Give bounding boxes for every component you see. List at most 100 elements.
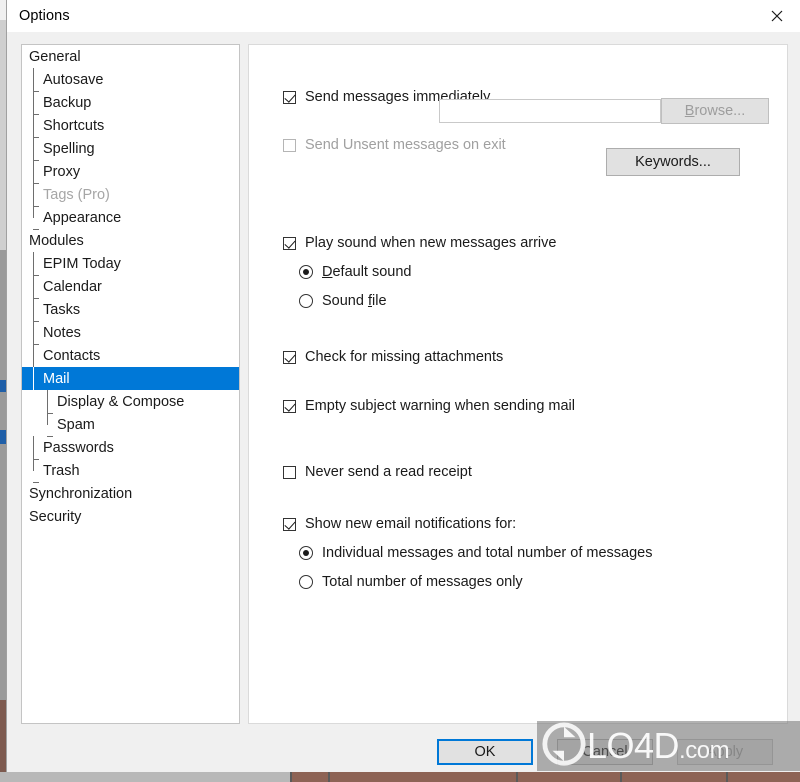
dialog-body: General Autosave Backup Shortcuts Spelling Pr… [7,32,800,736]
browse-accel: B [684,103,695,119]
sidebar-item-appearance[interactable]: Appearance [22,205,239,230]
settings-tree[interactable]: General Autosave Backup Shortcuts Spelling Pr… [21,44,240,724]
play-sound-label: Play sound when new messages arrive [305,235,557,251]
cancel-button[interactable]: Cancel [557,739,653,765]
sidebar-item-label: Synchronization [29,485,133,502]
browse-button: Browse... [661,98,769,124]
sound-file-label: Sound file [322,293,387,309]
options-dialog: Options General Autosave Backup Shortcuts Sp… [6,0,800,772]
default-sound-label-rest: efault sound [332,264,412,280]
sidebar-item-label: Tags (Pro) [43,186,110,203]
sidebar-item-proxy[interactable]: Proxy [22,159,239,184]
browse-button-label: Browse... [685,103,745,119]
sound-file-label-rest: ile [372,293,387,309]
browse-label-rest: rowse... [694,103,746,119]
sidebar-item-label: Appearance [43,209,122,226]
never-read-receipt-checkbox[interactable] [283,465,296,479]
apply-button: Apply [677,739,773,765]
sidebar-item-spelling[interactable]: Spelling [22,136,239,161]
option-default-sound[interactable]: Default sound [299,264,412,280]
send-unsent-on-exit-checkbox [283,138,296,152]
sidebar-item-label: Tasks [43,301,81,318]
sidebar-item-shortcuts[interactable]: Shortcuts [22,113,239,138]
sidebar-item-spam[interactable]: Spam [22,412,239,437]
sidebar-item-label: Shortcuts [43,117,105,134]
show-notifications-label: Show new email notifications for: [305,516,517,532]
sidebar-item-autosave[interactable]: Autosave [22,67,239,92]
empty-subject-warning-checkbox[interactable] [283,399,296,413]
sidebar-item-modules[interactable]: Modules [22,229,239,252]
sidebar-item-label: Passwords [43,439,114,456]
option-empty-subject-warning[interactable]: Empty subject warning when sending mail [283,398,575,414]
sidebar-item-label: Backup [43,94,92,111]
option-show-new-email-notifications[interactable]: Show new email notifications for: [283,516,516,532]
option-never-read-receipt[interactable]: Never send a read receipt [283,464,472,480]
dialog-footer: OK Cancel Apply [7,736,800,772]
never-read-receipt-label: Never send a read receipt [305,464,472,480]
empty-subject-warning-label: Empty subject warning when sending mail [305,398,575,414]
sidebar-item-label: Proxy [43,163,81,180]
sound-file-label-pre: Sound [322,293,368,309]
default-sound-radio[interactable] [299,265,313,279]
sidebar-item-label: Autosave [43,71,104,88]
bottom-taskbar-sliver [290,772,800,782]
sidebar-item-contacts[interactable]: Contacts [22,343,239,368]
option-send-unsent-on-exit: Send Unsent messages on exit [283,137,506,153]
bottom-strip-left [0,772,290,782]
sidebar-item-general[interactable]: General [22,45,239,68]
sidebar-item-mail[interactable]: Mail [22,366,239,391]
window-title: Options [19,8,70,24]
notify-total-only-radio[interactable] [299,575,313,589]
notify-individual-label: Individual messages and total number of … [322,545,653,561]
ok-button[interactable]: OK [437,739,533,765]
default-sound-label: Default sound [322,264,412,280]
sidebar-item-label: Notes [43,324,81,341]
sidebar-item-label: Trash [43,462,80,479]
mail-options-panel: Send messages immediately Send Unsent me… [248,44,788,724]
keywords-button[interactable]: Keywords... [606,148,740,176]
notify-individual-radio[interactable] [299,546,313,560]
sidebar-item-label: Spelling [43,140,95,157]
option-play-sound[interactable]: Play sound when new messages arrive [283,235,556,251]
sidebar-item-security[interactable]: Security [22,505,239,528]
option-notify-individual[interactable]: Individual messages and total number of … [299,545,652,561]
keywords-button-label: Keywords... [635,154,711,170]
sidebar-item-backup[interactable]: Backup [22,90,239,115]
option-sound-file[interactable]: Sound file [299,293,387,309]
sidebar-item-epim-today[interactable]: EPIM Today [22,251,239,276]
apply-button-label: Apply [706,744,744,760]
default-sound-accel: D [322,264,333,280]
sound-file-input[interactable] [439,99,661,123]
sidebar-item-label: Spam [57,416,95,433]
sound-file-radio[interactable] [299,294,313,308]
ok-button-label: OK [474,744,496,760]
sidebar-item-display-compose[interactable]: Display & Compose [22,389,239,414]
option-check-missing-attachments[interactable]: Check for missing attachments [283,349,503,365]
check-attachments-checkbox[interactable] [283,350,296,364]
sidebar-item-label: Modules [29,232,84,249]
sidebar-item-notes[interactable]: Notes [22,320,239,345]
show-notifications-checkbox[interactable] [283,517,296,531]
sidebar-item-trash[interactable]: Trash [22,458,239,483]
sidebar-item-calendar[interactable]: Calendar [22,274,239,299]
send-unsent-on-exit-label: Send Unsent messages on exit [305,137,506,153]
cancel-button-label: Cancel [582,744,628,760]
close-button[interactable] [754,1,800,32]
option-notify-total-only[interactable]: Total number of messages only [299,574,523,590]
check-attachments-label: Check for missing attachments [305,349,504,365]
sidebar-item-label: EPIM Today [43,255,121,272]
send-immediately-checkbox[interactable] [283,90,296,104]
sidebar-item-label: Mail [43,370,70,387]
notify-total-only-label: Total number of messages only [322,574,523,590]
sidebar-item-label: Security [29,508,82,525]
play-sound-checkbox[interactable] [283,236,296,250]
sidebar-item-passwords[interactable]: Passwords [22,435,239,460]
title-bar: Options [7,0,800,32]
close-icon [771,10,783,22]
sidebar-item-label: Calendar [43,278,102,295]
sidebar-item-label: Contacts [43,347,101,364]
sidebar-item-tags-pro: Tags (Pro) [22,182,239,207]
sidebar-item-tasks[interactable]: Tasks [22,297,239,322]
sidebar-item-synchronization[interactable]: Synchronization [22,482,239,505]
sidebar-item-label: General [29,48,81,65]
